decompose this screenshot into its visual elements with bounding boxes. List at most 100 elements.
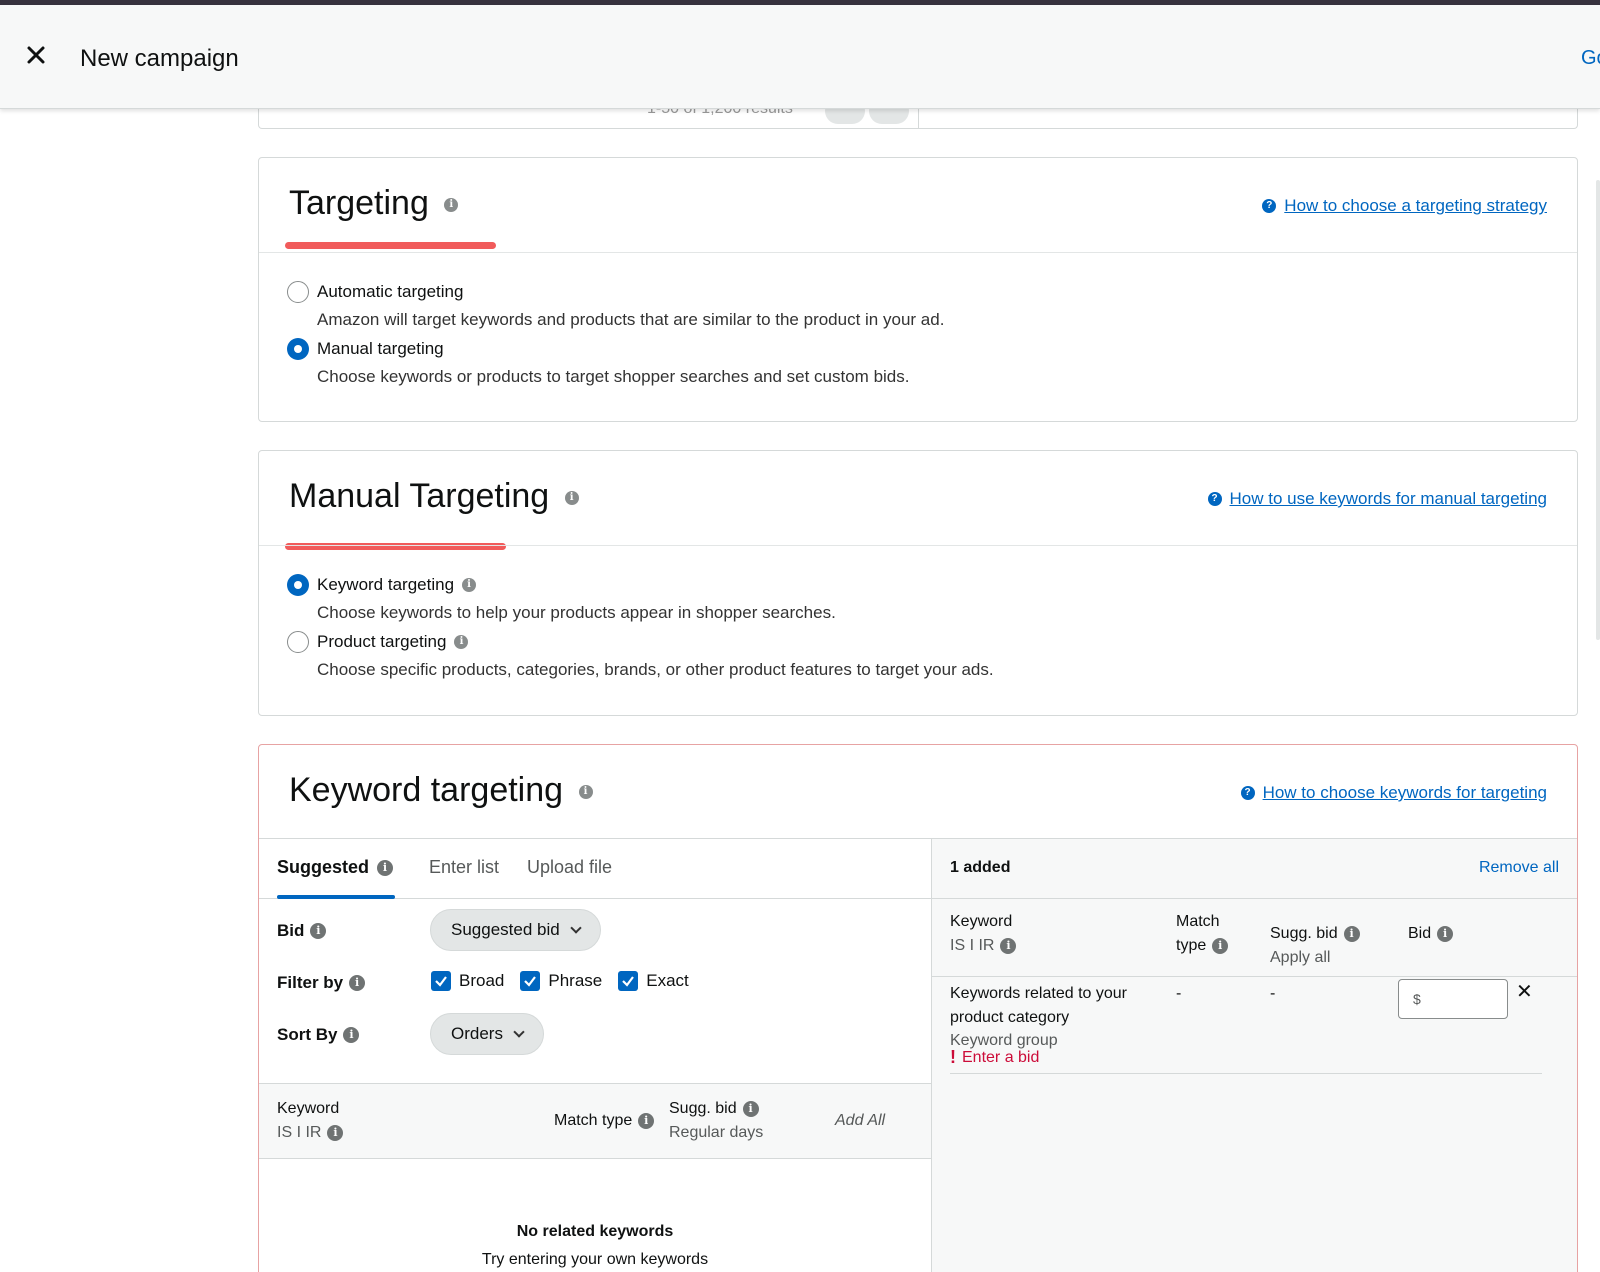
radio-description: Choose keywords to help your products ap… [317,603,836,622]
manual-targeting-radio[interactable]: Manual targeting [287,338,444,360]
sugg-bid-text: Sugg. bid [1270,925,1338,942]
info-icon[interactable]: i [454,635,469,649]
sugg-bid-text: Sugg. bid [669,1100,737,1117]
info-icon[interactable]: i [327,1125,344,1141]
manual-targeting-help-link[interactable]: ? How to use keywords for manual targeti… [1207,489,1548,509]
sugg-bid-value: - [1270,985,1276,1002]
targeting-help-link-text: How to choose a targeting strategy [1284,196,1547,215]
keyword-targeting-radio[interactable]: Keyword targeting i [287,574,477,596]
checkbox-label: Broad [459,971,505,990]
exact-checkbox[interactable]: Exact [618,971,689,991]
radio-label: Product targeting [317,632,447,651]
radio-unchecked-icon[interactable] [287,281,309,303]
filter-label-text: Filter by [277,973,344,992]
keyword-targeting-card: Keyword targeting i ? How to choose keyw… [258,744,1578,1272]
info-icon[interactable]: i [462,578,477,592]
bid-label-text: Bid [277,921,305,940]
keyword-tabs: Suggested i Enter list Upload file [259,839,931,899]
sugg-bid-column-header: Sugg. bid i [1270,925,1360,943]
add-all-link[interactable]: Add All [835,1112,885,1130]
tab-label: Enter list [429,857,500,877]
keyword-help-link-text: How to choose keywords for targeting [1262,783,1547,802]
match-type-text: Match type [554,1112,633,1129]
scrollbar[interactable] [1596,180,1600,640]
manual-targeting-help-link-text: How to use keywords for manual targeting [1229,489,1548,508]
go-link[interactable]: Go [1581,47,1600,70]
radio-checked-icon[interactable] [287,338,309,360]
info-icon[interactable]: i [1000,938,1017,954]
info-icon[interactable]: i [349,975,366,991]
checkbox-label: Phrase [548,971,603,990]
info-icon[interactable]: i [1343,926,1360,942]
tab-enter-list[interactable]: Enter list [429,857,499,878]
divider [259,252,1577,253]
sort-by-label: Sort By i [277,1025,360,1045]
radio-description: Choose keywords or products to target sh… [317,367,910,386]
info-icon[interactable]: i [310,923,327,939]
filter-by-label: Filter by i [277,973,366,993]
is-ir-text: IS I IR [950,937,995,954]
keyword-text-line2: product category [950,1009,1070,1026]
error-icon: ! [950,1047,956,1067]
bid-label: Bid i [277,921,327,941]
tab-suggested[interactable]: Suggested i [277,857,394,878]
phrase-checkbox[interactable]: Phrase [520,971,602,991]
chevron-down-icon [570,922,582,934]
bid-text: Bid [1408,925,1432,942]
empty-state-subtitle: Try entering your own keywords [481,1251,709,1268]
sugg-bid-column-header: Sugg. bid i [669,1100,759,1118]
broad-checkbox[interactable]: Broad [431,971,504,991]
radio-unchecked-icon[interactable] [287,631,309,653]
sort-label-text: Sort By [277,1025,338,1044]
suggested-list-header: Keyword IS I IR i Match type i Sugg. bid… [259,1083,931,1159]
info-icon[interactable]: i [1212,938,1229,954]
active-tab-indicator [277,895,395,899]
divider [950,1073,1542,1074]
page-title: New campaign [80,45,239,72]
info-icon[interactable]: i [742,1101,759,1117]
remove-keyword-icon[interactable]: ✕ [1516,979,1533,1004]
sort-dropdown-value: Orders [451,1024,503,1043]
info-icon[interactable]: i [638,1113,655,1129]
sort-dropdown[interactable]: Orders [430,1013,544,1055]
tab-upload-file[interactable]: Upload file [527,857,612,878]
highlight-underline [285,242,496,249]
checkmark-icon[interactable] [520,971,541,991]
automatic-targeting-radio[interactable]: Automatic targeting [287,281,463,303]
regular-days-subheader: Regular days [669,1124,764,1141]
keyword-targeting-title: Keyword targeting i [289,771,593,810]
added-keywords-pane: 1 added Remove all Keyword IS I IR i Mat… [931,839,1577,1272]
info-icon[interactable]: i [1437,926,1454,942]
is-ir-subheader: IS I IR i [277,1124,344,1142]
help-icon: ? [1240,786,1255,800]
targeting-help-link[interactable]: ? How to choose a targeting strategy [1262,196,1547,216]
checkmark-icon[interactable] [431,971,451,991]
match-column-header: Match [1176,913,1220,930]
manual-targeting-card: Manual Targeting i ? How to use keywords… [258,450,1578,716]
bid-input[interactable]: $ [1398,979,1508,1019]
keyword-targeting-title-text: Keyword targeting [289,771,564,809]
suggested-keywords-pane: Suggested i Enter list Upload file Bid i… [259,839,931,1272]
apply-all-link[interactable]: Apply all [1270,949,1330,967]
keyword-help-link[interactable]: ? How to choose keywords for targeting [1240,783,1547,803]
is-ir-text: IS I IR [277,1124,322,1141]
info-icon[interactable]: i [578,785,593,800]
radio-label: Keyword targeting [317,575,455,594]
remove-all-link[interactable]: Remove all [1479,859,1559,877]
radio-checked-icon[interactable] [287,574,309,596]
checkmark-icon[interactable] [618,971,639,991]
keyword-column-header: Keyword [277,1100,340,1117]
error-text: Enter a bid [962,1048,1040,1066]
manual-targeting-title-text: Manual Targeting [289,477,550,515]
close-icon[interactable] [24,43,48,67]
info-icon[interactable]: i [444,198,459,213]
filter-checkboxes: Broad Phrase Exact [431,971,705,991]
radio-label: Automatic targeting [317,282,464,301]
targeting-title-text: Targeting [289,184,429,222]
bid-dropdown[interactable]: Suggested bid [430,909,601,951]
info-icon[interactable]: i [343,1027,360,1043]
product-targeting-radio[interactable]: Product targeting i [287,631,469,653]
info-icon[interactable]: i [564,491,579,506]
info-icon[interactable]: i [377,859,394,876]
help-icon: ? [1262,199,1277,213]
